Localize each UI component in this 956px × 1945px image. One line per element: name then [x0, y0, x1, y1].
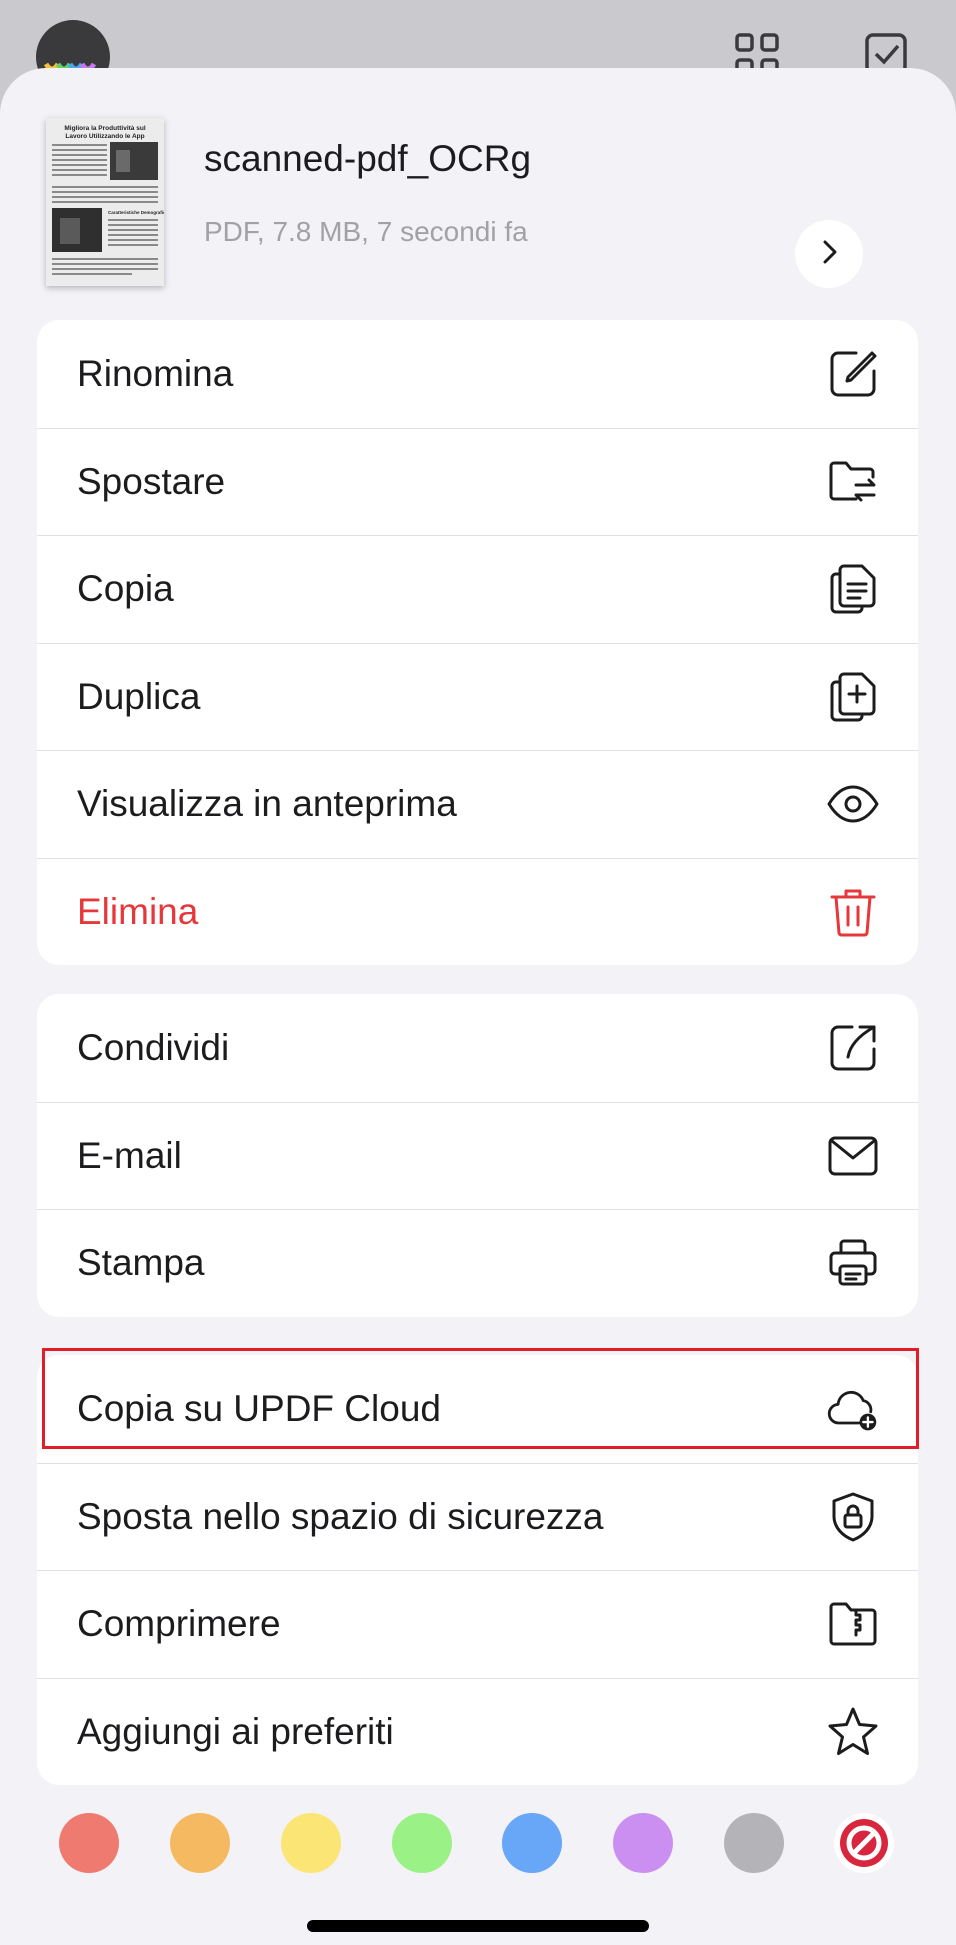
rename-item[interactable]: Rinomina [37, 320, 918, 428]
add-to-favorites-item[interactable]: Aggiungi ai preferiti [37, 1677, 918, 1786]
move-to-secure-space-label: Sposta nello spazio di sicurezza [77, 1495, 604, 1537]
file-action-sheet: Migliora la Produttività sul Lavoro Util… [0, 68, 956, 1945]
top-bar [0, 0, 956, 94]
preview-label: Visualizza in anteprima [77, 783, 457, 825]
svg-text:Lavoro Utilizzando le App: Lavoro Utilizzando le App [65, 133, 144, 140]
print-item[interactable]: Stampa [37, 1209, 918, 1317]
color-swatch-green[interactable] [392, 1813, 452, 1873]
compress-item[interactable]: Comprimere [37, 1570, 918, 1678]
share-actions-group: Condividi E-mail Stampa [37, 994, 918, 1317]
color-swatch-yellow[interactable] [281, 1813, 341, 1873]
delete-item[interactable]: Elimina [37, 857, 918, 966]
copy-icon [826, 562, 880, 616]
preview-item[interactable]: Visualizza in anteprima [37, 750, 918, 858]
file-header: Migliora la Produttività sul Lavoro Util… [0, 118, 956, 308]
copy-item[interactable]: Copia [37, 535, 918, 643]
color-swatch-red[interactable] [59, 1813, 119, 1873]
share-label: Condividi [77, 1026, 230, 1068]
color-swatch-gray[interactable] [724, 1813, 784, 1873]
copy-label: Copia [77, 568, 174, 610]
more-actions-group: Copia su UPDF Cloud Sposta nello spazio … [37, 1355, 918, 1785]
no-color-icon[interactable] [834, 1813, 894, 1873]
file-thumbnail[interactable]: Migliora la Produttività sul Lavoro Util… [46, 118, 164, 286]
copy-to-cloud-label: Copia su UPDF Cloud [77, 1387, 441, 1429]
duplicate-label: Duplica [77, 675, 201, 717]
rename-label: Rinomina [77, 352, 234, 394]
shield-lock-icon [826, 1490, 880, 1544]
email-label: E-mail [77, 1134, 182, 1176]
thumbnail-title: Migliora la Produttività sul [64, 125, 145, 132]
file-name: scanned-pdf_OCRg [204, 138, 532, 179]
color-swatch-orange[interactable] [170, 1813, 230, 1873]
file-meta: PDF, 7.8 MB, 7 secondi fa [204, 216, 528, 247]
star-icon [826, 1705, 880, 1759]
color-swatch-purple[interactable] [613, 1813, 673, 1873]
duplicate-item[interactable]: Duplica [37, 642, 918, 751]
move-label: Spostare [77, 460, 226, 502]
move-item[interactable]: Spostare [37, 427, 918, 536]
move-to-secure-space-item[interactable]: Sposta nello spazio di sicurezza [37, 1462, 918, 1571]
copy-to-cloud-item[interactable]: Copia su UPDF Cloud [37, 1355, 918, 1463]
share-item[interactable]: Condividi [37, 994, 918, 1102]
eye-icon [826, 777, 880, 831]
trash-icon [826, 885, 880, 939]
print-label: Stampa [77, 1242, 205, 1284]
open-file-button[interactable] [795, 220, 863, 288]
add-to-favorites-label: Aggiungi ai preferiti [77, 1710, 394, 1752]
color-swatch-blue[interactable] [502, 1813, 562, 1873]
duplicate-icon [826, 670, 880, 724]
chevron-right-icon [814, 237, 844, 272]
rename-icon [826, 347, 880, 401]
delete-label: Elimina [77, 890, 199, 932]
email-item[interactable]: E-mail [37, 1101, 918, 1210]
file-actions-group: Rinomina Spostare Copia Duplica Visualiz… [37, 320, 918, 965]
thumbnail-subtitle: Caratteristiche Demografiche [108, 210, 164, 215]
compress-label: Comprimere [77, 1603, 281, 1645]
share-icon [826, 1021, 880, 1075]
move-folder-icon [826, 455, 880, 509]
printer-icon [826, 1236, 880, 1290]
cloud-add-icon [826, 1382, 880, 1436]
color-tag-picker [0, 1813, 956, 1875]
mail-icon [826, 1129, 880, 1183]
home-indicator [307, 1920, 649, 1932]
zip-folder-icon [826, 1597, 880, 1651]
